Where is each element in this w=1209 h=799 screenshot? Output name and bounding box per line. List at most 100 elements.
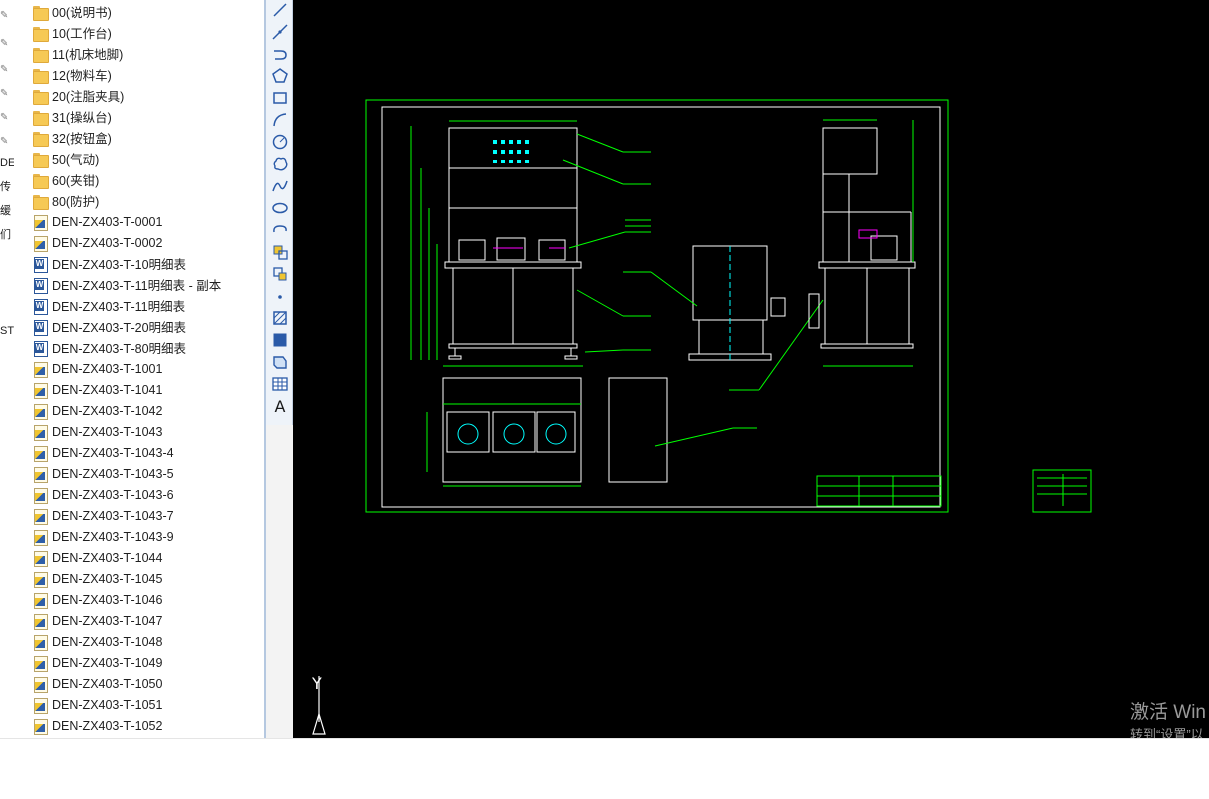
region-tool-button[interactable]	[269, 352, 291, 372]
nav-item-label[interactable]: 们	[0, 228, 14, 242]
file-item[interactable]: DEN-ZX403-T-1051	[32, 694, 262, 715]
polygon-tool-button[interactable]	[269, 66, 291, 86]
file-item[interactable]: DEN-ZX403-T-1041	[32, 379, 262, 400]
folder-item[interactable]: 60(夹钳)	[32, 169, 262, 190]
cad-drawing	[312, 99, 1092, 735]
pin-icon[interactable]: ✎	[0, 112, 10, 124]
ellipse-icon	[272, 202, 288, 214]
folder-item[interactable]: 10(工作台)	[32, 22, 262, 43]
line-tool-button[interactable]	[269, 0, 291, 20]
file-item[interactable]: DEN-ZX403-T-11明细表 - 副本	[32, 274, 262, 295]
file-name-label: DEN-ZX403-T-1043-5	[52, 466, 174, 481]
arc-tool-button[interactable]	[269, 110, 291, 130]
ellipse-tool-button[interactable]	[269, 198, 291, 218]
file-item[interactable]: DEN-ZX403-T-1045	[32, 568, 262, 589]
pin-icon[interactable]: ✎	[0, 64, 10, 76]
file-name-label: 32(按钮盒)	[52, 132, 112, 146]
file-item[interactable]: DEN-ZX403-T-1050	[32, 673, 262, 694]
dwg-file-icon	[32, 424, 48, 441]
spline-icon	[272, 180, 288, 192]
file-item[interactable]: DEN-ZX403-T-0001	[32, 211, 262, 232]
nav-item-label[interactable]: DE	[0, 156, 14, 170]
table-tool-button[interactable]	[269, 374, 291, 394]
activation-watermark-title: 激活 Win	[1130, 702, 1207, 723]
file-item[interactable]: DEN-ZX403-T-1043-6	[32, 484, 262, 505]
file-item[interactable]: DEN-ZX403-T-1044	[32, 547, 262, 568]
file-name-label: 20(注脂夹具)	[52, 90, 125, 104]
pin-icon[interactable]: ✎	[0, 10, 10, 22]
ellipse-arc-icon	[273, 225, 287, 233]
dwg-file-icon	[32, 592, 48, 609]
construction-line-tool-button[interactable]	[269, 22, 291, 42]
file-item[interactable]: DEN-ZX403-T-1042	[32, 400, 262, 421]
file-item[interactable]: DEN-ZX403-T-1046	[32, 589, 262, 610]
file-item[interactable]: DEN-ZX403-T-1052	[32, 715, 262, 736]
dwg-file-icon	[32, 508, 48, 525]
file-name-label: DEN-ZX403-T-1043-4	[52, 445, 174, 460]
plan-view-centers	[457, 423, 567, 445]
file-item[interactable]: DEN-ZX403-T-20明细表	[32, 316, 262, 337]
folder-item[interactable]: 50(气动)	[32, 148, 262, 169]
folder-item[interactable]: 80(防护)	[32, 190, 262, 211]
dwg-file-icon	[32, 361, 48, 378]
folder-item[interactable]: 11(机床地脚)	[32, 43, 262, 64]
cad-drawing-canvas[interactable]: 激活 Win 转到“设置”以 Y	[293, 0, 1209, 738]
folder-item[interactable]: 00(说明书)	[32, 1, 262, 22]
circle-icon	[272, 134, 288, 150]
file-item[interactable]: DEN-ZX403-T-1043-5	[32, 463, 262, 484]
file-item[interactable]: DEN-ZX403-T-1049	[32, 652, 262, 673]
center-view	[688, 245, 786, 361]
multiline-text-icon: A	[274, 396, 286, 416]
file-item[interactable]: DEN-ZX403-T-10明细表	[32, 253, 262, 274]
folder-item[interactable]: 12(物料车)	[32, 64, 262, 85]
file-name-label: DEN-ZX403-T-11明细表 - 副本	[52, 279, 222, 293]
file-list[interactable]: 00(说明书) 10(工作台) 11(机床地脚) 12(物料车) 20(注脂夹具) 31(…	[26, 0, 264, 738]
multiline-text-tool-button[interactable]: A	[269, 396, 291, 416]
file-name-label: DEN-ZX403-T-1043	[52, 424, 163, 439]
file-name-label: DEN-ZX403-T-11明细表	[52, 300, 186, 314]
pin-icon[interactable]: ✎	[0, 136, 10, 148]
revision-cloud-tool-button[interactable]	[269, 154, 291, 174]
ellipse-arc-tool-button[interactable]	[269, 220, 291, 240]
circle-tool-button[interactable]	[269, 132, 291, 152]
polyline-tool-button[interactable]	[269, 44, 291, 64]
file-item[interactable]: DEN-ZX403-T-1043-9	[32, 526, 262, 547]
detail-block-leader	[654, 427, 757, 447]
file-item[interactable]: DEN-ZX403-T-0002	[32, 232, 262, 253]
make-block-tool-button[interactable]	[269, 264, 291, 284]
front-view-leaders	[562, 133, 651, 353]
dwg-file-icon	[32, 445, 48, 462]
pin-icon[interactable]: ✎	[0, 88, 10, 100]
nav-item-label[interactable]: 缓	[0, 204, 14, 218]
file-item[interactable]: DEN-ZX403-T-11明细表	[32, 295, 262, 316]
file-item[interactable]: DEN-ZX403-T-1043-7	[32, 505, 262, 526]
folder-item[interactable]: 20(注脂夹具)	[32, 85, 262, 106]
insert-block-tool-button[interactable]	[269, 242, 291, 262]
word-document-icon	[32, 256, 48, 273]
dwg-file-icon	[32, 466, 48, 483]
rectangle-tool-button[interactable]	[269, 88, 291, 108]
nav-item-label[interactable]: ST	[0, 324, 14, 338]
folder-item[interactable]: 32(按钮盒)	[32, 127, 262, 148]
file-name-label: DEN-ZX403-T-1043-7	[52, 508, 174, 523]
file-item[interactable]: DEN-ZX403-T-80明细表	[32, 337, 262, 358]
file-item[interactable]: DEN-ZX403-T-1043	[32, 421, 262, 442]
gradient-tool-button[interactable]	[269, 330, 291, 350]
dwg-file-icon	[32, 382, 48, 399]
hatch-tool-button[interactable]	[269, 308, 291, 328]
file-name-label: DEN-ZX403-T-0001	[52, 214, 163, 229]
file-item[interactable]: DEN-ZX403-T-1048	[32, 631, 262, 652]
point-tool-button[interactable]	[269, 286, 291, 306]
pin-icon[interactable]: ✎	[0, 38, 10, 50]
dwg-file-icon	[32, 613, 48, 630]
word-document-icon	[32, 319, 48, 336]
file-name-label: DEN-ZX403-T-1041	[52, 382, 163, 397]
nav-item-label[interactable]: 传	[0, 180, 14, 194]
dwg-file-icon	[32, 529, 48, 546]
file-item[interactable]: DEN-ZX403-T-1043-4	[32, 442, 262, 463]
file-item[interactable]: DEN-ZX403-T-1001	[32, 358, 262, 379]
file-item[interactable]: DEN-ZX403-T-1047	[32, 610, 262, 631]
spline-tool-button[interactable]	[269, 176, 291, 196]
sheet-inner-frame	[381, 106, 941, 508]
folder-item[interactable]: 31(操纵台)	[32, 106, 262, 127]
